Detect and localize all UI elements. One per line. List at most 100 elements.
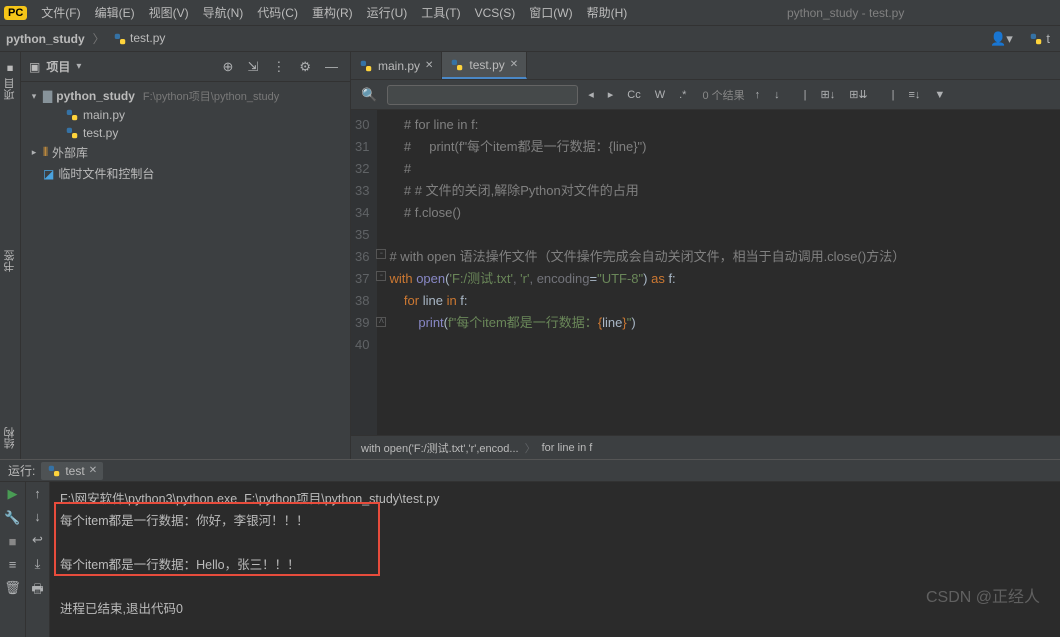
python-icon	[113, 32, 127, 46]
rerun-icon[interactable]: ▶	[8, 486, 18, 502]
close-icon[interactable]: ✕	[89, 465, 97, 476]
nav-file[interactable]: test.py	[113, 31, 166, 46]
breadcrumb-item[interactable]: for line in f	[542, 442, 593, 454]
run-tab[interactable]: test✕	[41, 462, 103, 480]
find-bar: 🔍 ◂ ▸ Cc W .* 0 个结果 ↑ ↓ | ⊞↓ ⊞⇊ | ≡↓ ▼	[351, 80, 1060, 110]
tab-test[interactable]: test.py✕	[442, 52, 527, 79]
scratch-icon: ◪	[43, 167, 54, 181]
caret-down-icon: ▾	[29, 91, 39, 102]
rail-project[interactable]: 项目 ■	[0, 58, 20, 104]
editor-tabs: main.py✕ test.py✕	[351, 52, 1060, 80]
navigation-bar: python_study 〉 test.py 👤▾ t	[0, 26, 1060, 52]
print-icon[interactable]: 🖶	[31, 580, 43, 602]
wrench-icon[interactable]: 🔧	[4, 510, 20, 526]
add-selection-icon[interactable]: ⊞↓	[816, 86, 839, 103]
regex-button[interactable]: .*	[675, 87, 690, 103]
folder-icon: ▇	[43, 89, 52, 103]
select-all-icon[interactable]: ⊞⇊	[845, 86, 871, 103]
minimize-icon[interactable]: —	[321, 57, 342, 77]
user-icon[interactable]: 👤▾	[986, 29, 1017, 49]
python-icon	[47, 464, 61, 478]
tree-file-main[interactable]: main.py	[21, 106, 350, 124]
run-label: 运行:	[8, 462, 35, 479]
menu-tools[interactable]: 工具(T)	[415, 1, 466, 24]
close-icon[interactable]: ✕	[510, 59, 518, 70]
match-case-button[interactable]: Cc	[623, 87, 644, 103]
soft-wrap-icon[interactable]: ↩	[32, 532, 43, 548]
collapse-icon[interactable]: ⋮	[268, 57, 289, 77]
filter-settings-icon[interactable]: ≡↓	[905, 87, 925, 103]
tree-external-libs[interactable]: ▸ ⫴ 外部库	[21, 142, 350, 163]
scroll-to-end-icon[interactable]: ⤓	[35, 556, 41, 572]
caret-right-icon: ▸	[29, 147, 39, 158]
down-icon[interactable]: ↓	[34, 509, 41, 524]
find-results: 0 个结果	[702, 87, 744, 103]
trash-icon[interactable]: 🗑	[4, 580, 21, 596]
menu-vcs[interactable]: VCS(S)	[469, 3, 522, 23]
rail-bookmarks[interactable]: 书签	[0, 246, 20, 276]
nav-project[interactable]: python_study	[6, 32, 85, 46]
menu-file[interactable]: 文件(F)	[35, 1, 86, 24]
tree-scratches[interactable]: ◪ 临时文件和控制台	[21, 163, 350, 184]
menu-bar: PC 文件(F) 编辑(E) 视图(V) 导航(N) 代码(C) 重构(R) 运…	[0, 0, 1060, 26]
editor-breadcrumbs: with open('F:/测试.txt','r',encod... 〉 for…	[351, 435, 1060, 459]
rail-structure[interactable]: 结构	[0, 423, 20, 453]
library-icon: ⫴	[43, 145, 48, 160]
pin-icon[interactable]: ≡	[9, 557, 17, 572]
gutter: 3031323334353637383940	[351, 110, 377, 435]
down-icon[interactable]: ↓	[770, 87, 784, 103]
left-tool-rail: 项目 ■ 书签 结构	[0, 52, 21, 459]
code-editor[interactable]: 3031323334353637383940 # for line in f: …	[351, 110, 1060, 435]
console-exit: 进程已结束,退出代码0	[60, 598, 1050, 620]
menu-window[interactable]: 窗口(W)	[523, 1, 578, 24]
menu-code[interactable]: 代码(C)	[251, 1, 304, 24]
python-icon	[450, 58, 464, 72]
chevron-right-icon: 〉	[93, 30, 105, 47]
tab-main[interactable]: main.py✕	[351, 52, 442, 79]
expand-icon[interactable]: ⇲	[243, 57, 262, 77]
python-icon	[65, 126, 79, 140]
up-icon[interactable]: ↑	[751, 87, 765, 103]
close-icon[interactable]: ✕	[425, 60, 433, 71]
menu-navigate[interactable]: 导航(N)	[197, 1, 250, 24]
console-output[interactable]: F:\网安软件\python3\python.exe F:\python项目\p…	[50, 482, 1060, 637]
run-config-icon[interactable]: t	[1025, 29, 1054, 49]
watermark: CSDN @正经人	[926, 583, 1040, 607]
editor-area: main.py✕ test.py✕ 🔍 ◂ ▸ Cc W .* 0 个结果 ↑ …	[351, 52, 1060, 459]
pane-title[interactable]: 项目	[46, 58, 70, 75]
python-icon	[65, 108, 79, 122]
console-blank	[60, 576, 1050, 598]
tree-file-test[interactable]: test.py	[21, 124, 350, 142]
locate-icon[interactable]: ⊕	[219, 57, 238, 77]
project-view-icon: ▣	[29, 60, 40, 74]
next-icon[interactable]: ▸	[604, 86, 618, 103]
search-icon[interactable]: 🔍	[357, 85, 381, 105]
search-input[interactable]	[387, 85, 578, 105]
console-command: F:\网安软件\python3\python.exe F:\python项目\p…	[60, 488, 1050, 510]
run-left-rail: ▶ 🔧 ■ ≡ 🗑	[0, 482, 26, 637]
run-panel: 运行: test✕ ▶ 🔧 ■ ≡ 🗑 ↑ ↓ ↩ ⤓ 🖶 F:\网安软件\py…	[0, 459, 1060, 637]
breadcrumb-item[interactable]: with open('F:/测试.txt','r',encod...	[361, 440, 519, 456]
filter-icon[interactable]: ▼	[930, 87, 949, 103]
menu-help[interactable]: 帮助(H)	[581, 1, 634, 24]
whole-word-button[interactable]: W	[651, 87, 669, 103]
stop-icon[interactable]: ■	[9, 534, 17, 549]
python-icon	[359, 59, 373, 73]
menu-view[interactable]: 视图(V)	[143, 1, 195, 24]
sep: |	[888, 87, 899, 103]
console-line: 每个item都是一行数据：你好，李银河！！！	[60, 510, 1050, 532]
gear-icon[interactable]: ⚙	[295, 57, 315, 77]
dropdown-icon[interactable]: ▾	[76, 61, 81, 72]
chevron-right-icon: 〉	[525, 440, 536, 456]
pycharm-logo-icon: PC	[4, 6, 27, 20]
project-pane: ▣ 项目 ▾ ⊕ ⇲ ⋮ ⚙ — ▾ ▇ python_studyF:\pyth…	[21, 52, 351, 459]
console-line: 每个item都是一行数据：Hello，张三！！！	[60, 554, 1050, 576]
menu-run[interactable]: 运行(U)	[361, 1, 414, 24]
tree-root[interactable]: ▾ ▇ python_studyF:\python项目\python_study	[21, 86, 350, 106]
menu-refactor[interactable]: 重构(R)	[306, 1, 359, 24]
menu-edit[interactable]: 编辑(E)	[89, 1, 141, 24]
window-title: python_study - test.py	[777, 3, 914, 23]
run-left-rail-2: ↑ ↓ ↩ ⤓ 🖶	[26, 482, 50, 637]
up-icon[interactable]: ↑	[34, 486, 41, 501]
prev-icon[interactable]: ◂	[584, 86, 598, 103]
